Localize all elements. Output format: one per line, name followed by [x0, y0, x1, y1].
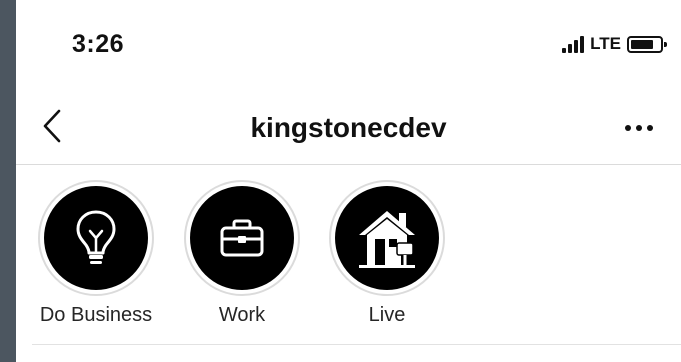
status-time: 3:26 [72, 30, 125, 58]
lightbulb-icon [76, 210, 116, 264]
highlight-ring [184, 180, 300, 296]
network-type: LTE [590, 34, 621, 53]
highlight-ring [38, 180, 154, 296]
highlight-label: Live [368, 304, 406, 326]
signal-icon [562, 35, 585, 53]
highlight-ring [329, 180, 445, 296]
status-indicators: LTE [562, 33, 667, 55]
phone-screen: 3:26 LTE kingstonecdev Do Business Work … [16, 0, 681, 362]
briefcase-icon [220, 219, 264, 257]
navigation-bar: kingstonecdev [16, 92, 681, 165]
battery-icon [627, 35, 667, 53]
house-icon [359, 211, 415, 268]
highlight-cover [190, 186, 294, 290]
story-highlights: Do Business Work Live [16, 180, 681, 340]
highlight-cover [335, 186, 439, 290]
more-options-button[interactable] [617, 114, 661, 142]
profile-username: kingstonecdev [250, 112, 447, 143]
divider [32, 344, 681, 345]
highlight-cover [44, 186, 148, 290]
more-horizontal-icon [625, 125, 631, 131]
